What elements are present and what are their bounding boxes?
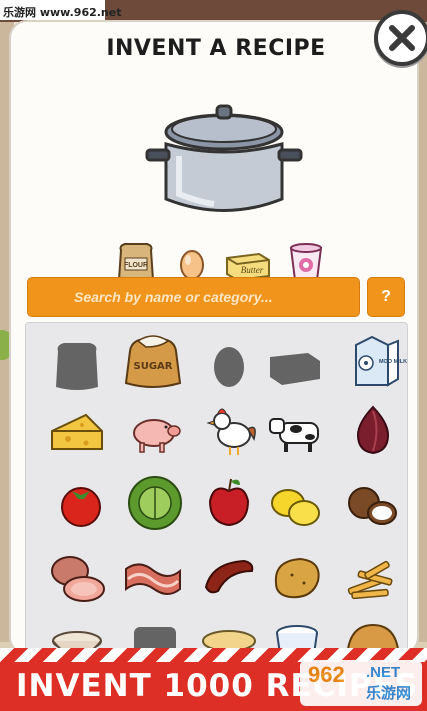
- close-icon: [389, 25, 415, 51]
- pig-icon[interactable]: [124, 401, 186, 463]
- cabbage-icon[interactable]: [122, 469, 184, 531]
- coconut-icon[interactable]: [340, 473, 402, 535]
- apple-icon[interactable]: [198, 471, 260, 533]
- search-input[interactable]: [28, 278, 359, 316]
- cheese-icon[interactable]: [46, 401, 108, 463]
- sugar-bag-icon[interactable]: SUGAR: [120, 329, 182, 391]
- potato-icon[interactable]: [266, 545, 328, 607]
- flour-slot-empty-icon[interactable]: [46, 335, 108, 397]
- milk-label: MOO MILK: [379, 359, 407, 365]
- milk-carton-icon[interactable]: MOO MILK: [342, 327, 407, 389]
- help-button[interactable]: ?: [367, 277, 405, 317]
- chicken-icon[interactable]: [200, 399, 262, 461]
- logo-cn: 乐游网: [366, 684, 412, 702]
- close-button[interactable]: [374, 10, 427, 66]
- sausage-icon[interactable]: [198, 547, 260, 609]
- ingredient-grid: SUGAR MOO MILK: [25, 322, 408, 653]
- invent-recipe-dialog: INVENT A RECIPE FLOUR Butter Search by n…: [9, 20, 419, 655]
- butter-label: Butter: [241, 265, 264, 275]
- tomato-icon[interactable]: [50, 473, 112, 535]
- ham-icon[interactable]: [44, 545, 106, 607]
- bacon-icon[interactable]: [120, 549, 182, 611]
- search-box[interactable]: [27, 277, 360, 317]
- dialog-title: INVENT A RECIPE: [106, 36, 326, 61]
- fries-icon[interactable]: [340, 549, 402, 611]
- site-watermark: 乐游网 www.962.net: [0, 0, 121, 20]
- red-onion-icon[interactable]: [342, 399, 404, 461]
- logo-number: 962: [308, 662, 345, 687]
- egg-slot-empty-icon[interactable]: [198, 335, 260, 397]
- logo-net: .NET: [366, 664, 401, 681]
- butter-slot-empty-icon[interactable]: [264, 335, 326, 397]
- cow-icon[interactable]: [266, 401, 328, 463]
- flour-label: FLOUR: [124, 262, 148, 269]
- cooking-pot-icon[interactable]: [139, 94, 309, 224]
- site-logo: 962 .NET 乐游网: [300, 660, 422, 706]
- lemon-icon[interactable]: [264, 473, 326, 535]
- sugar-label: SUGAR: [134, 361, 173, 372]
